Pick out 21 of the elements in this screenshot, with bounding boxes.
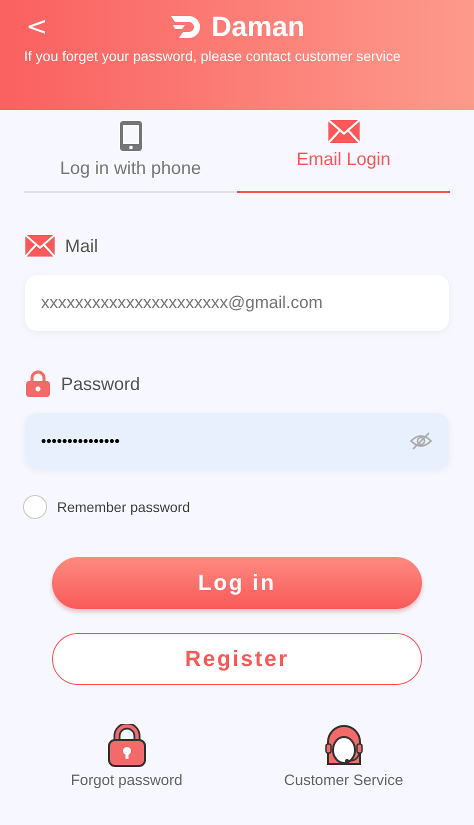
field-label: Mail: [65, 236, 98, 256]
remember-radio[interactable]: [23, 495, 47, 519]
password-field[interactable]: •••••••••••••••: [25, 413, 449, 469]
back-button[interactable]: <: [20, 10, 54, 44]
lock-icon: [25, 370, 51, 398]
remember-label: Remember password: [57, 499, 190, 515]
forgot-password-link[interactable]: Forgot password: [64, 723, 188, 790]
login-tab[interactable]: Log in with phone: [24, 118, 237, 193]
field-label: Password: [61, 374, 140, 394]
logo-text: Daman: [211, 11, 305, 43]
notice-text: If you forget your password, please contact customer service: [24, 48, 402, 64]
lock-icon: [106, 724, 147, 768]
mail-icon: [25, 235, 55, 257]
phone-icon: [118, 120, 142, 152]
login-tab[interactable]: Email Login: [237, 118, 450, 193]
mail-icon: [328, 120, 360, 144]
hidden-eye-icon[interactable]: [409, 431, 433, 451]
email-field[interactable]: xxxxxxxxxxxxxxxxxxxxxx@gmail.com: [25, 275, 449, 331]
customer-service-link[interactable]: Customer Service: [278, 723, 410, 790]
register-button[interactable]: Register: [52, 633, 422, 685]
login-button[interactable]: Log in: [52, 557, 422, 609]
